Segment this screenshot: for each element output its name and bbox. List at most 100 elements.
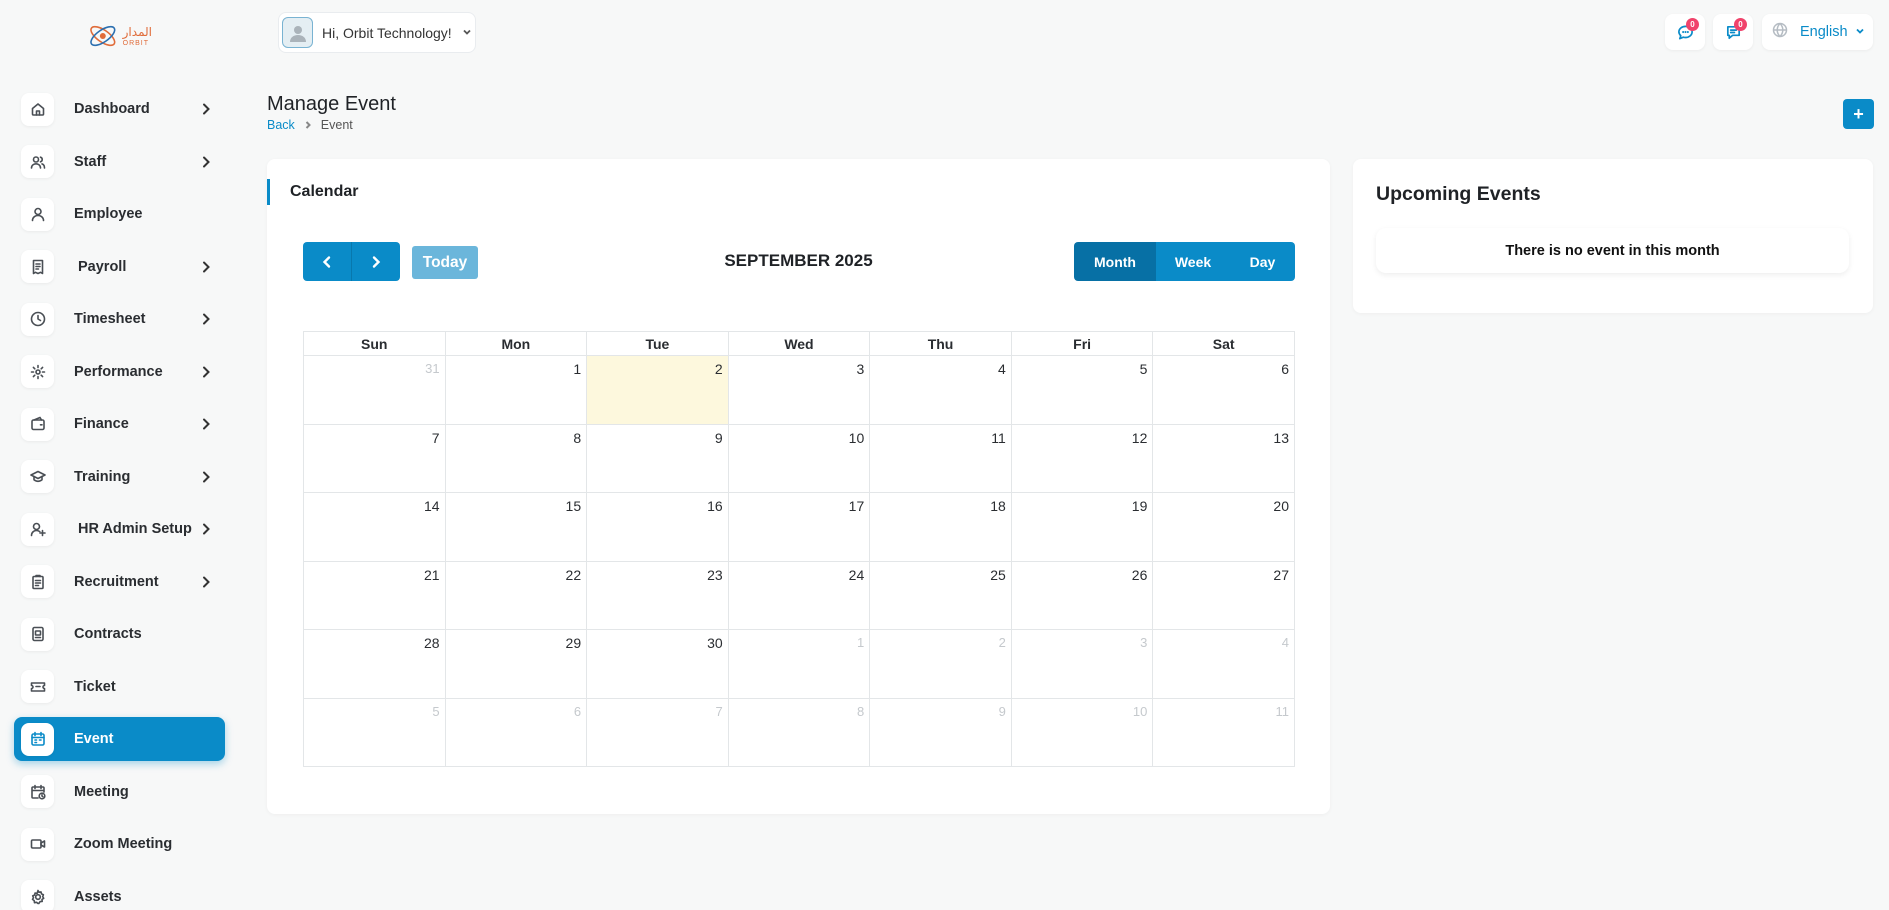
calendar-week-row: 28 29 30 1 2 3 4: [303, 629, 1295, 699]
sidebar-item-dashboard[interactable]: Dashboard: [14, 87, 225, 131]
calendar-view-switcher: Month Week Day: [1074, 242, 1295, 281]
calendar-day[interactable]: 3: [727, 355, 871, 425]
sidebar-item-label: Timesheet: [74, 311, 146, 327]
next-month-button[interactable]: [351, 242, 400, 281]
calendar-day[interactable]: 20: [1152, 492, 1295, 562]
sidebar-item-ticket[interactable]: Ticket: [14, 665, 225, 709]
calendar-day[interactable]: 24: [727, 560, 871, 630]
calendar-day[interactable]: 5: [1010, 355, 1154, 425]
view-month-button[interactable]: Month: [1074, 242, 1156, 281]
sidebar-item-performance[interactable]: Performance: [14, 350, 225, 394]
calendar-day[interactable]: 29: [444, 629, 588, 699]
calendar-day[interactable]: 26: [1010, 560, 1154, 630]
calendar-day[interactable]: 10: [1010, 697, 1154, 767]
calendar-day[interactable]: 31: [303, 355, 446, 425]
calendar-day[interactable]: 14: [303, 492, 446, 562]
calendar-day[interactable]: 7: [303, 423, 446, 493]
calendar-day[interactable]: 21: [303, 560, 446, 630]
calendar-day[interactable]: 11: [869, 423, 1012, 493]
orbit-logo-icon: [90, 25, 116, 47]
notifications-button[interactable]: 0: [1713, 14, 1753, 50]
today-button[interactable]: Today: [412, 246, 478, 279]
chevron-right-icon: [199, 470, 213, 484]
user-plus-icon: [21, 512, 54, 546]
calendar-day[interactable]: 19: [1010, 492, 1154, 562]
chevron-right-icon: [372, 255, 381, 268]
breadcrumb-back-link[interactable]: Back: [267, 118, 295, 132]
weekday-header: Thu: [869, 331, 1012, 356]
orbit-logo[interactable]: المدار ORBIT: [86, 16, 152, 56]
calendar-day[interactable]: 4: [869, 355, 1012, 425]
calendar-day[interactable]: 9: [869, 697, 1012, 767]
view-day-button[interactable]: Day: [1230, 242, 1295, 281]
sidebar-item-training[interactable]: Training: [14, 455, 225, 499]
user-menu[interactable]: Hi, Orbit Technology!: [278, 12, 476, 53]
calendar-day[interactable]: 2: [869, 629, 1012, 699]
calendar-day[interactable]: 17: [727, 492, 871, 562]
calendar-day[interactable]: 22: [444, 560, 588, 630]
calendar-day[interactable]: 1: [727, 629, 871, 699]
sidebar-item-recruitment[interactable]: Recruitment: [14, 560, 225, 604]
chevron-right-icon: [199, 575, 213, 589]
calendar-day[interactable]: 12: [1010, 423, 1154, 493]
weekday-header: Fri: [1010, 331, 1154, 356]
calendar-day[interactable]: 23: [586, 560, 729, 630]
calendar-day[interactable]: 27: [1152, 560, 1295, 630]
sidebar-item-finance[interactable]: Finance: [14, 402, 225, 446]
weekday-header: Sun: [303, 331, 446, 356]
add-event-button[interactable]: +: [1843, 99, 1874, 129]
sidebar-item-zoom-meeting[interactable]: Zoom Meeting: [14, 822, 225, 866]
weekday-header: Tue: [586, 331, 729, 356]
calendar-day[interactable]: 8: [444, 423, 588, 493]
calendar-day[interactable]: 8: [727, 697, 871, 767]
calendar-day[interactable]: 18: [869, 492, 1012, 562]
calendar-day[interactable]: 4: [1152, 629, 1295, 699]
user-icon: [21, 197, 54, 231]
sidebar-item-employee[interactable]: Employee: [14, 192, 225, 236]
sidebar-item-label: Performance: [74, 363, 163, 380]
calendar-day[interactable]: 16: [586, 492, 729, 562]
contract-icon: [21, 617, 54, 651]
calendar-day[interactable]: 6: [444, 697, 588, 767]
calendar-day[interactable]: 7: [586, 697, 729, 767]
wallet-icon: [21, 407, 54, 441]
chevron-right-icon: [199, 260, 213, 274]
calendar-day[interactable]: 13: [1152, 423, 1295, 493]
calendar-day[interactable]: 30: [586, 629, 729, 699]
calendar-week-row: 7 8 9 10 11 12 13: [303, 423, 1295, 493]
calendar-day[interactable]: 5: [303, 697, 446, 767]
logo-english: ORBIT: [122, 39, 150, 47]
calendar-day[interactable]: 28: [303, 629, 446, 699]
logo-arabic: المدار: [122, 24, 152, 39]
sidebar-item-timesheet[interactable]: Timesheet: [14, 297, 225, 341]
chevron-left-icon: [322, 255, 331, 268]
prev-month-button[interactable]: [303, 242, 351, 281]
sidebar-item-payroll[interactable]: Payroll: [14, 245, 225, 289]
receipt-icon: [21, 250, 54, 283]
calendar-day[interactable]: 25: [869, 560, 1012, 630]
sidebar-item-label: Event: [74, 731, 114, 747]
chevron-right-icon: [199, 522, 213, 536]
language-selector[interactable]: English: [1762, 14, 1873, 50]
sidebar-item-label: Staff: [74, 153, 107, 170]
calendar-day[interactable]: 9: [586, 423, 729, 493]
sidebar-item-event[interactable]: Event: [14, 717, 225, 761]
sidebar-item-assets[interactable]: Assets: [14, 875, 225, 910]
calendar-day[interactable]: 11: [1152, 697, 1295, 767]
view-week-button[interactable]: Week: [1156, 242, 1230, 281]
upcoming-events-title: Upcoming Events: [1376, 183, 1541, 205]
calendar-day-today[interactable]: 2: [586, 355, 729, 425]
calendar-day[interactable]: 6: [1152, 355, 1295, 425]
weekday-header: Mon: [444, 331, 588, 356]
messages-button[interactable]: 0: [1665, 14, 1705, 50]
calendar-day[interactable]: 3: [1010, 629, 1154, 699]
calendar-day[interactable]: 10: [727, 423, 871, 493]
sidebar-item-staff[interactable]: Staff: [14, 140, 225, 184]
calendar-day[interactable]: 1: [444, 355, 588, 425]
sidebar-item-contracts[interactable]: Contracts: [14, 612, 225, 656]
calendar-day[interactable]: 15: [444, 492, 588, 562]
sidebar-item-meeting[interactable]: Meeting: [14, 770, 225, 814]
sidebar-item-hr-admin-setup[interactable]: HR Admin Setup: [14, 507, 225, 551]
users-icon: [21, 145, 54, 178]
chevron-right-icon: [199, 365, 213, 379]
